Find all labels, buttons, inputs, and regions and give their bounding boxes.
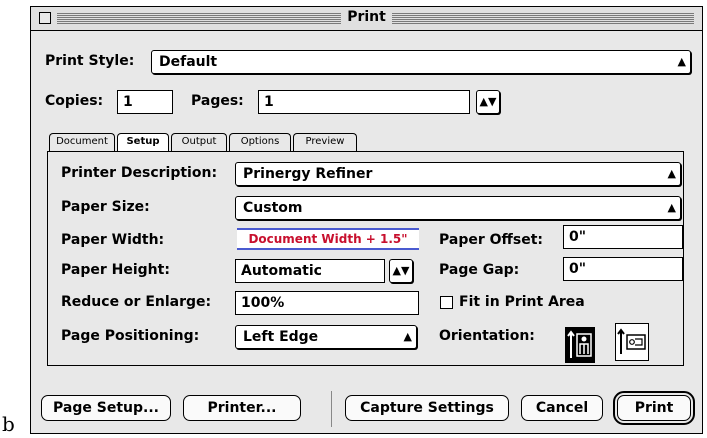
page-positioning-popup[interactable]: Left Edge ▲ [235, 325, 417, 349]
print-button[interactable]: Print [613, 391, 695, 425]
pages-label: Pages: [191, 93, 244, 109]
title-bar[interactable]: Print [31, 7, 702, 31]
pages-popup-button[interactable]: ▲▼ [476, 90, 500, 114]
paper-height-label: Paper Height: [61, 262, 170, 278]
landscape-orientation-icon[interactable] [615, 323, 649, 361]
up-down-arrows-icon: ▲ [677, 55, 686, 68]
capture-settings-button[interactable]: Capture Settings [345, 395, 509, 421]
fit-in-print-area-checkbox[interactable] [440, 296, 453, 309]
tab-document[interactable]: Document [49, 133, 115, 151]
orientation-label: Orientation: [439, 328, 535, 344]
print-style-popup[interactable]: Default ▲ [151, 50, 691, 74]
paper-width-label: Paper Width: [61, 232, 165, 248]
portrait-orientation-icon[interactable] [565, 327, 595, 363]
up-down-arrows-icon: ▲▼ [479, 95, 497, 108]
page-gap-field[interactable]: 0" [563, 257, 683, 281]
window-title: Print [341, 9, 392, 25]
page-gap-label: Page Gap: [439, 262, 520, 278]
fit-in-print-area-label: Fit in Print Area [459, 294, 585, 310]
figure-caption: b [2, 412, 15, 436]
printer-description-label: Printer Description: [61, 165, 218, 181]
page-setup-button[interactable]: Page Setup... [41, 395, 171, 421]
cancel-button[interactable]: Cancel [521, 395, 603, 421]
paper-offset-field[interactable]: 0" [563, 225, 683, 249]
up-down-arrows-icon: ▲▼ [392, 264, 410, 277]
paper-offset-label: Paper Offset: [439, 232, 543, 248]
tab-options[interactable]: Options [229, 133, 291, 151]
print-style-label: Print Style: [45, 53, 135, 69]
up-down-arrows-icon: ▲ [667, 201, 676, 214]
printer-description-popup[interactable]: Prinergy Refiner ▲ [235, 162, 681, 186]
printer-description-value: Prinergy Refiner [243, 166, 373, 182]
paper-size-popup[interactable]: Custom ▲ [235, 196, 681, 220]
print-dialog: Print Print Style: Default ▲ Copies: 1 P… [30, 6, 703, 434]
printer-button[interactable]: Printer... [183, 395, 301, 421]
copies-label: Copies: [45, 93, 104, 109]
paper-size-value: Custom [243, 200, 303, 216]
tab-preview[interactable]: Preview [293, 133, 357, 151]
paper-height-field[interactable]: Automatic [235, 259, 385, 283]
page-positioning-label: Page Positioning: [61, 328, 200, 344]
paper-height-popup-button[interactable]: ▲▼ [389, 259, 413, 283]
pages-field[interactable]: 1 [258, 90, 470, 114]
tab-setup[interactable]: Setup [117, 133, 169, 152]
tab-output[interactable]: Output [171, 133, 227, 151]
page-positioning-value: Left Edge [243, 329, 319, 345]
paper-size-label: Paper Size: [61, 199, 150, 215]
up-down-arrows-icon: ▲ [667, 167, 676, 180]
paper-width-field[interactable]: Document Width + 1.5" [237, 228, 419, 250]
print-style-value: Default [159, 54, 218, 70]
copies-field[interactable]: 1 [117, 90, 173, 114]
button-separator [331, 391, 332, 427]
reduce-enlarge-field[interactable]: 100% [235, 291, 419, 315]
up-down-arrows-icon: ▲ [403, 330, 412, 343]
reduce-enlarge-label: Reduce or Enlarge: [61, 294, 212, 310]
